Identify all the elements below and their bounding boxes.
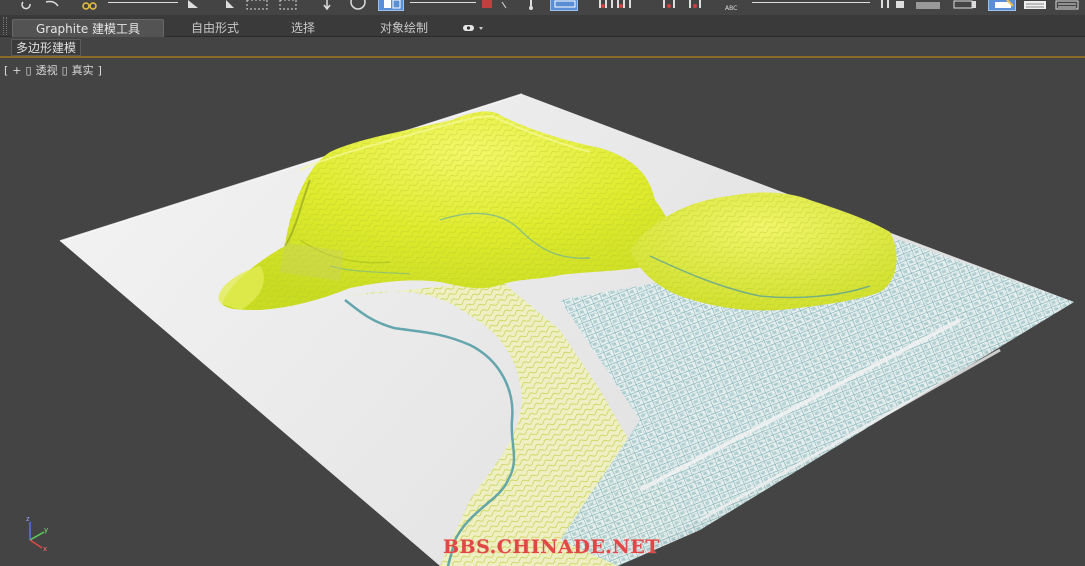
keyboard-shortcut-icon[interactable]: [550, 0, 578, 11]
graphite-toggle-icon[interactable]: [988, 0, 1016, 11]
align-icon[interactable]: [914, 0, 944, 11]
axis-x-label: x: [43, 545, 47, 552]
tab-graphite-modeling-tools[interactable]: Graphite 建模工具: [12, 19, 164, 37]
tab-object-paint[interactable]: 对象绘制: [348, 19, 460, 37]
mirror-icon[interactable]: [878, 0, 908, 11]
region-select-icon[interactable]: [244, 0, 272, 11]
ribbon-panel-strip: 多边形建模: [0, 38, 1085, 58]
snap-toggle-icon[interactable]: [596, 0, 650, 11]
axis-y-label: y: [44, 526, 48, 534]
polygon-modeling-panel-button[interactable]: 多边形建模: [11, 39, 82, 56]
window-crossing-icon[interactable]: [278, 0, 302, 11]
move-icon[interactable]: [320, 0, 334, 11]
terrain-scene: [59, 93, 1074, 566]
layer-manager-icon[interactable]: [952, 0, 978, 11]
select-manipulate-icon[interactable]: [524, 0, 538, 11]
svg-text:ABC: ABC: [725, 5, 737, 11]
rotate-icon[interactable]: [348, 0, 368, 11]
tab-selection[interactable]: 选择: [266, 19, 340, 37]
edit-named-selection-icon[interactable]: ABC: [724, 0, 744, 12]
pivot-icon[interactable]: [480, 0, 510, 11]
curve-editor-icon[interactable]: [1022, 0, 1048, 11]
link-icon[interactable]: [42, 0, 64, 11]
eye-dropdown-icon: [463, 25, 483, 31]
named-selection-dropdown[interactable]: [752, 1, 870, 3]
ribbon-tab-bar: Graphite 建模工具 自由形式 选择 对象绘制: [0, 15, 1085, 37]
select-by-name-icon[interactable]: [212, 0, 238, 11]
perspective-viewport[interactable]: [+ ▯ 透视 ▯ 真实] z y x BBS.CHINADE.NET: [0, 60, 1085, 566]
selection-filter-dropdown[interactable]: [108, 1, 178, 3]
bind-icon[interactable]: [80, 0, 100, 11]
select-object-icon[interactable]: [184, 0, 204, 11]
reference-coordinate-dropdown[interactable]: [410, 1, 476, 3]
main-toolbar: ABC: [0, 0, 1085, 14]
axis-tripod-icon: z y x: [26, 515, 48, 552]
ribbon-options-dropdown[interactable]: [460, 19, 488, 37]
axis-z-label: z: [26, 515, 30, 523]
spinner-snap-icon[interactable]: [660, 0, 716, 11]
tab-freeform[interactable]: 自由形式: [172, 19, 258, 37]
scale-icon[interactable]: [378, 0, 404, 11]
undo-icon[interactable]: [20, 0, 34, 11]
schematic-view-icon[interactable]: [1054, 0, 1080, 11]
ribbon-grip-handle[interactable]: [3, 17, 7, 35]
watermark-text: BBS.CHINADE.NET: [443, 536, 660, 558]
